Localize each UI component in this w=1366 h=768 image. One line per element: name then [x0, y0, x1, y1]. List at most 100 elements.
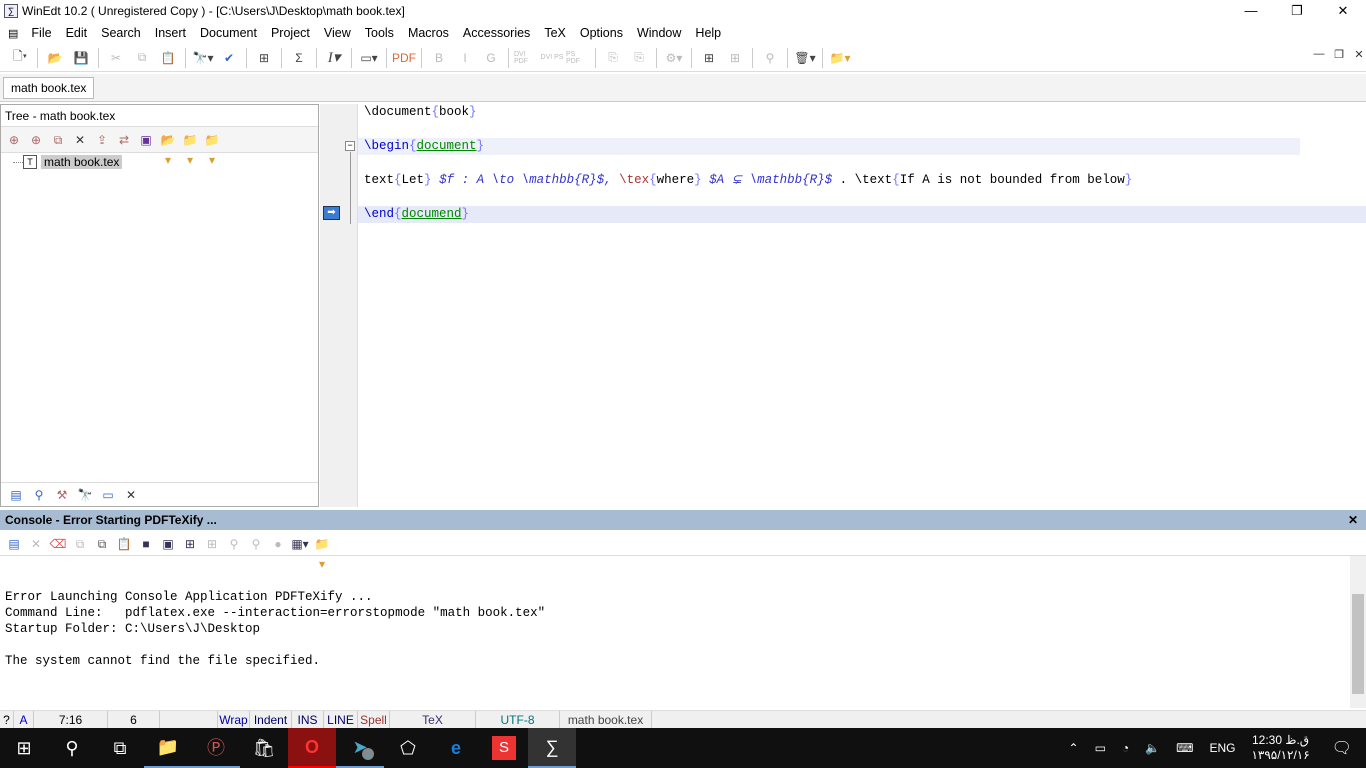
menu-project[interactable]: Project — [264, 26, 317, 40]
paste-icon[interactable]: 📋 — [114, 534, 134, 554]
language-indicator[interactable]: ENG — [1201, 741, 1243, 755]
sync-icon[interactable]: ⇄ — [114, 130, 134, 150]
delete-icon[interactable]: ✕ — [70, 130, 90, 150]
folder-icon[interactable]: 📁▾ — [312, 534, 332, 571]
wifi-icon[interactable]: ◔ — [1114, 741, 1137, 755]
insert2-icon[interactable]: ⊞ — [202, 534, 222, 554]
cut-icon[interactable]: ✂ — [104, 47, 128, 69]
ps-pdf-icon[interactable]: PS PDF — [566, 47, 590, 69]
sum-icon[interactable]: Σ — [287, 47, 311, 69]
clock[interactable]: 12:30 ق.ظ ۱۳۹۵/۱۲/۱۶ — [1243, 733, 1317, 763]
scrollbar-thumb[interactable] — [1352, 594, 1364, 694]
status-spell[interactable]: Spell — [358, 711, 390, 728]
restore-button[interactable]: ❐ — [1274, 0, 1320, 22]
menu-tex[interactable]: TeX — [537, 26, 573, 40]
paste-icon[interactable]: 📋 — [156, 47, 180, 69]
folder-icon[interactable]: 📁▾ — [180, 130, 200, 167]
folder-open-icon[interactable]: 📂▾ — [158, 130, 178, 167]
copy-icon[interactable]: ⧉ — [130, 47, 154, 69]
folder-icon[interactable]: 📁▾ — [828, 47, 852, 69]
keyboard-icon[interactable]: ⌨ — [1168, 741, 1201, 755]
find-icon[interactable]: 🔭▾ — [191, 47, 215, 69]
search-icon[interactable]: ⚲ — [758, 47, 782, 69]
winedt-taskbar-icon[interactable]: ∑ — [528, 728, 576, 768]
status-a[interactable]: A — [14, 711, 34, 728]
task-view-icon[interactable]: ⧉ — [96, 728, 144, 768]
menu-file[interactable]: File — [24, 26, 58, 40]
status-help[interactable]: ? — [0, 711, 14, 728]
telegram-icon[interactable]: ➤ 2 — [336, 728, 384, 768]
battery-icon[interactable]: ▭ — [1087, 741, 1114, 755]
volume-icon[interactable]: 🔈 — [1137, 741, 1168, 755]
close-icon[interactable]: ✕ — [121, 485, 141, 505]
status-indent[interactable]: Indent — [250, 711, 292, 728]
find-error-icon[interactable]: ⚲ — [29, 485, 49, 505]
menu-window[interactable]: Window — [630, 26, 688, 40]
menu-macros[interactable]: Macros — [401, 26, 456, 40]
status-ins[interactable]: INS — [292, 711, 324, 728]
console-close-button[interactable]: ✕ — [1348, 510, 1358, 530]
delete-icon[interactable]: 🗑▾ — [793, 47, 817, 69]
bold-icon[interactable]: B — [427, 47, 451, 69]
status-line[interactable]: LINE — [324, 711, 358, 728]
find-next-icon[interactable]: ⚲ — [246, 534, 266, 554]
dvi-pdf-icon[interactable]: DVI PDF — [514, 47, 538, 69]
add-icon[interactable]: ⊕ — [4, 130, 24, 150]
panel-icon[interactable]: ▤ — [4, 534, 24, 554]
add-file-icon[interactable]: ⊕ — [26, 130, 46, 150]
italic-letter-icon[interactable]: I — [453, 47, 477, 69]
menu-edit[interactable]: Edit — [59, 26, 95, 40]
table-icon[interactable]: ▦▾ — [290, 534, 310, 554]
pdf-icon[interactable]: PDF — [392, 47, 416, 69]
dvi-ps-icon[interactable]: DVI PS — [540, 47, 564, 69]
acrobat2-icon[interactable]: ⎘ — [627, 47, 651, 69]
close-button[interactable]: ✕ — [1320, 0, 1366, 22]
menu-view[interactable]: View — [317, 26, 358, 40]
copy-icon[interactable]: ⧉ — [70, 534, 90, 554]
minimize-button[interactable]: — — [1228, 0, 1274, 22]
editor-text-area[interactable]: \document{book} \begin{document} text{Le… — [358, 104, 1366, 507]
tree-icon[interactable]: ⊞ — [252, 47, 276, 69]
acrobat-icon[interactable]: ⎘ — [601, 47, 625, 69]
copy-icon[interactable]: ⧉ — [48, 130, 68, 150]
panel-icon[interactable]: ▤ — [6, 485, 26, 505]
monitor-icon[interactable]: ▭ — [98, 485, 118, 505]
save-icon[interactable]: 💾 — [69, 47, 93, 69]
status-encoding[interactable]: UTF-8 — [476, 711, 560, 728]
search-icon[interactable]: ⚲ — [48, 728, 96, 768]
show-hidden-icons[interactable]: ⌃ — [1061, 741, 1087, 755]
spell-icon[interactable]: ✔ — [217, 47, 241, 69]
menu-help[interactable]: Help — [688, 26, 728, 40]
new-icon[interactable]: 🗋▾ — [8, 47, 32, 69]
image-icon[interactable]: ▭▾ — [357, 47, 381, 69]
eraser-icon[interactable]: ⌫ — [48, 534, 68, 554]
binoculars-icon[interactable]: 🔭 — [75, 485, 95, 505]
menu-accessories[interactable]: Accessories — [456, 26, 537, 40]
action-center-icon[interactable]: 🗨 — [1318, 738, 1366, 758]
fold-icon[interactable]: − — [345, 141, 355, 151]
geogebra-icon[interactable]: ⬠ — [384, 728, 432, 768]
file-explorer-icon[interactable]: 📁 — [144, 728, 192, 768]
copy-all-icon[interactable]: ⧉ — [92, 534, 112, 554]
menu-document[interactable]: Document — [193, 26, 264, 40]
s-app-icon[interactable]: S — [480, 728, 528, 768]
terminal-icon[interactable]: ■ — [136, 534, 156, 554]
menu-tools[interactable]: Tools — [358, 26, 401, 40]
tree-item[interactable]: T math book.tex — [13, 155, 123, 169]
document-icon[interactable]: ▤ — [8, 27, 18, 40]
console-scrollbar[interactable] — [1350, 556, 1366, 708]
insert-icon[interactable]: ⊞ — [180, 534, 200, 554]
tools-icon[interactable]: ⚒ — [52, 485, 72, 505]
save-icon[interactable]: ▣ — [136, 130, 156, 150]
menu-search[interactable]: Search — [94, 26, 148, 40]
export-icon[interactable]: ⇪ — [92, 130, 112, 150]
status-mode[interactable]: TeX — [390, 711, 476, 728]
tab-math-book[interactable]: math book.tex — [3, 77, 95, 99]
folder-settings-icon[interactable]: 📁▾ — [202, 130, 222, 167]
tree-item-label[interactable]: math book.tex — [41, 155, 123, 169]
psiphon-icon[interactable]: Ⓟ — [192, 728, 240, 768]
open-icon[interactable]: 📂 — [43, 47, 67, 69]
status-wrap[interactable]: Wrap — [218, 711, 250, 728]
italic-icon[interactable]: I▾ — [322, 47, 346, 69]
search-icon[interactable]: ⚲ — [224, 534, 244, 554]
